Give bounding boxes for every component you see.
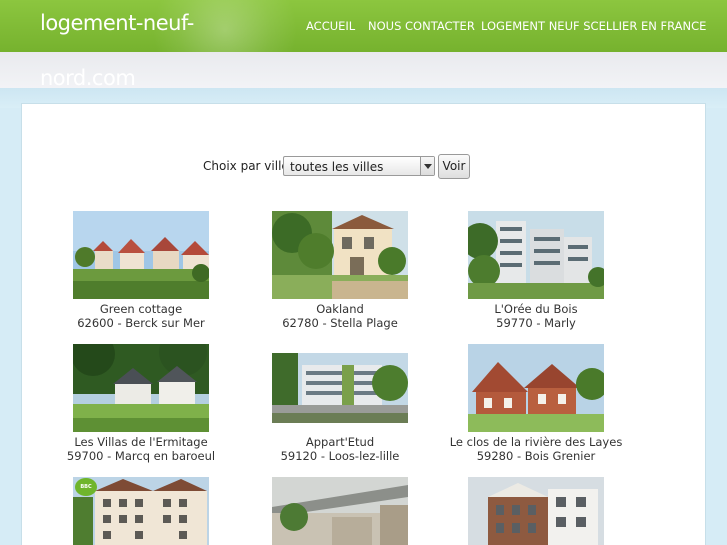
site-logo-second-line[interactable]: nord.com	[40, 66, 136, 90]
main-nav: ACCUEIL NOUS CONTACTER LOGEMENT NEUF SCE…	[0, 19, 727, 35]
listing-title[interactable]: Oakland	[240, 302, 440, 316]
listing-photo-image	[468, 477, 604, 545]
city-select[interactable]: toutes les villes	[283, 156, 435, 176]
listing-title[interactable]: Green cottage	[41, 302, 241, 316]
listing-location: 59120 - Loos-lez-lille	[280, 449, 400, 463]
bbc-badge: BBC	[75, 478, 97, 496]
listing-photo[interactable]	[272, 353, 408, 423]
listing-photo-image	[468, 211, 604, 299]
listing-location: 59700 - Marcq en baroeul	[66, 449, 216, 463]
voir-button[interactable]: Voir	[438, 154, 470, 179]
listing-photo[interactable]: BBC	[73, 477, 209, 545]
listing-location: 59280 - Bois Grenier	[476, 449, 596, 463]
listing-photo-image	[73, 344, 209, 432]
listing-location: 62600 - Berck sur Mer	[77, 316, 205, 330]
site-header: logement-neuf- ACCUEIL NOUS CONTACTER LO…	[0, 0, 727, 100]
listing-photo-image	[468, 344, 604, 432]
listing-photo[interactable]	[73, 211, 209, 299]
listing-photo-image	[272, 353, 408, 423]
nav-link-contact[interactable]: NOUS CONTACTER	[368, 19, 475, 33]
city-select-value: toutes les villes	[290, 160, 384, 174]
listing-title[interactable]: Les Villas de l'Ermitage	[41, 435, 241, 449]
listing-photo-image	[272, 477, 408, 545]
listing-photo[interactable]	[468, 211, 604, 299]
city-filter-label: Choix par ville	[203, 159, 289, 173]
nav-link-accueil[interactable]: ACCUEIL	[306, 19, 355, 33]
listing-photo[interactable]	[468, 344, 604, 432]
listing-photo-image	[73, 211, 209, 299]
listing-title[interactable]: L'Orée du Bois	[436, 302, 636, 316]
listing-photo[interactable]	[468, 477, 604, 545]
chevron-down-icon[interactable]	[420, 157, 434, 175]
listing-photo[interactable]	[272, 211, 408, 299]
listing-location: 62780 - Stella Plage	[282, 316, 398, 330]
listing-location: 59770 - Marly	[496, 316, 576, 330]
listing-title[interactable]: Appart'Etud	[240, 435, 440, 449]
listing-photo-image	[272, 211, 408, 299]
listing-photo[interactable]	[272, 477, 408, 545]
listing-photo[interactable]	[73, 344, 209, 432]
nav-link-scellier[interactable]: LOGEMENT NEUF SCELLIER EN FRANCE	[481, 19, 706, 33]
listing-title[interactable]: Le clos de la rivière des Layes	[436, 435, 636, 449]
